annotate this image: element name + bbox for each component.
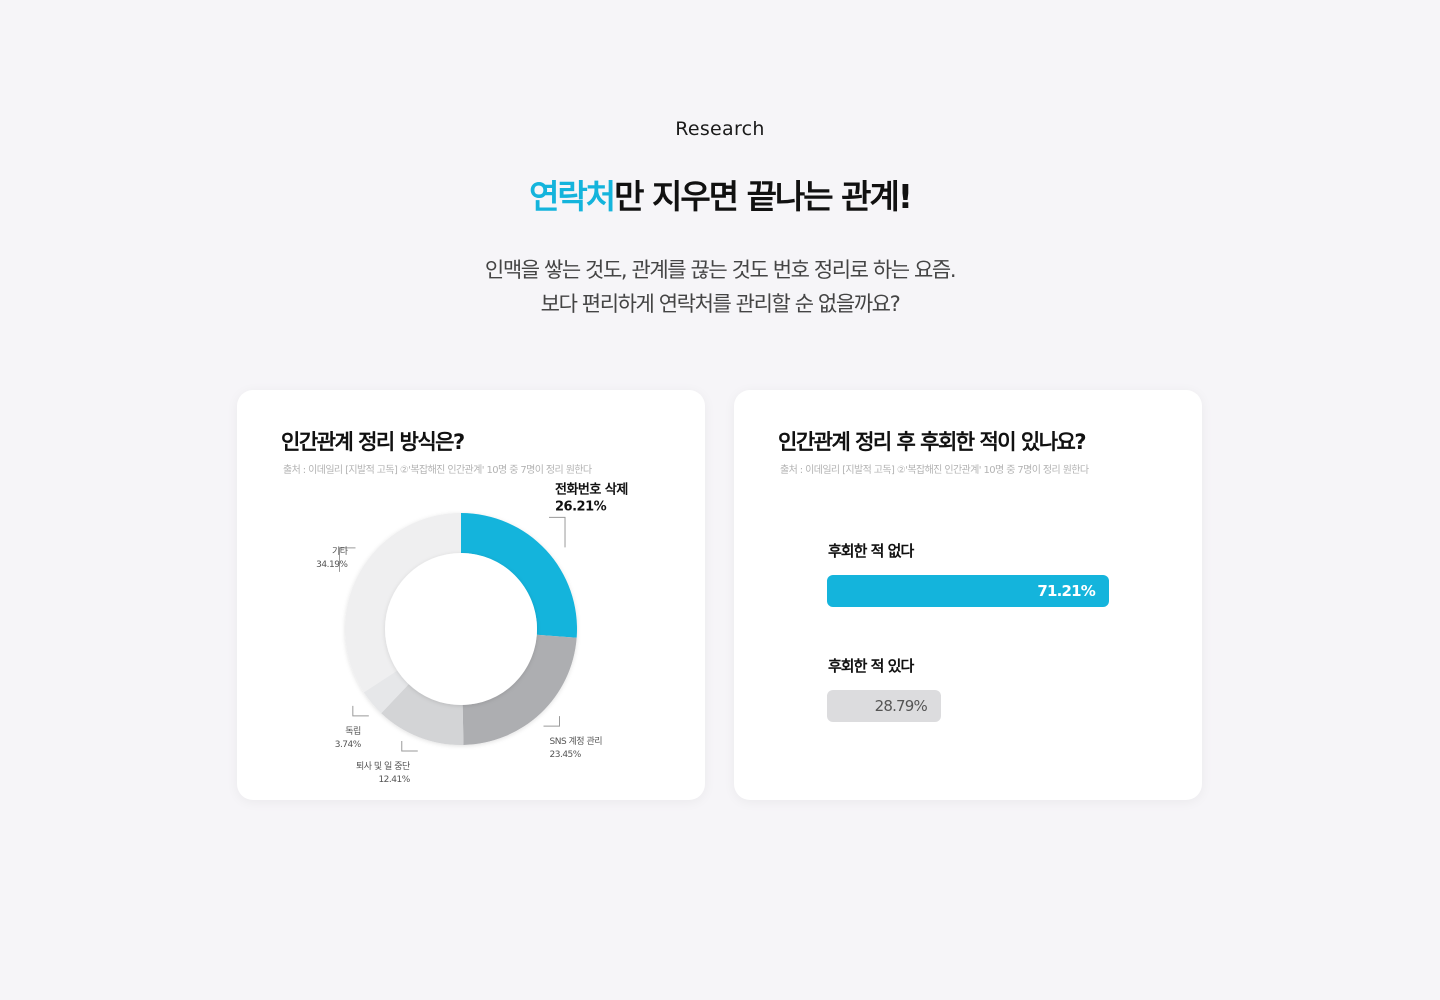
headline-rest: 만 지우면 끝나는 관계! (614, 177, 913, 216)
donut-chart: 전화번호 삭제 26.21% SNS 계정 관리 23.45% 퇴사 및 일 중단 12.… (316, 481, 628, 785)
slice-label: 독립 (345, 726, 361, 737)
donut-hole (385, 553, 537, 705)
card-organize-method: 인간관계 정리 방식은? 출처 : 이데일리 [지발적 고독] ②'복잡해진 인… (237, 390, 705, 800)
leader-line (543, 716, 561, 727)
card-title: 인간관계 정리 후 후회한 적이 있나요? (778, 430, 1087, 454)
card-source: 출처 : 이데일리 [지발적 고독] ②'복잡해진 인간관계' 10명 중 7명… (780, 465, 1089, 476)
slice-value: 26.21% (555, 499, 607, 514)
card-regret: 인간관계 정리 후 후회한 적이 있나요? 출처 : 이데일리 [지발적 고독]… (734, 390, 1202, 800)
bar-value-label: 28.79% (874, 697, 928, 715)
slice-value: 3.74% (335, 740, 362, 750)
bar-track: 28.79% (827, 690, 941, 722)
slice-value: 23.45% (550, 750, 582, 760)
lead-line-1: 인맥을 쌓는 것도, 관계를 끊는 것도 번호 정리로 하는 요즘. (484, 258, 957, 282)
slice-label: 전화번호 삭제 (555, 481, 628, 497)
slice-label: 기타 (332, 546, 349, 557)
slice-value: 12.41% (378, 775, 410, 785)
section-headline: 연락처만 지우면 끝나는 관계! (0, 170, 1440, 218)
headline-accent: 연락처 (529, 177, 616, 216)
lead-line-2: 보다 편리하게 연락처를 관리할 순 없을까요? (540, 292, 901, 316)
slice-label: SNS 계정 관리 (550, 735, 603, 747)
bar-category-label: 후회한 적 없다 (828, 542, 914, 560)
leader-line (401, 740, 418, 752)
slice-value: 34.19% (316, 560, 348, 570)
leader-line (352, 705, 369, 717)
bar-category-label: 후회한 적 있다 (828, 657, 914, 675)
bar-value-label: 71.21% (1037, 582, 1095, 600)
section-eyebrow: Research (675, 118, 765, 140)
leader-line (549, 516, 566, 548)
slice-label: 퇴사 및 일 중단 (356, 760, 410, 772)
bar-track: 71.21% (827, 575, 1109, 607)
